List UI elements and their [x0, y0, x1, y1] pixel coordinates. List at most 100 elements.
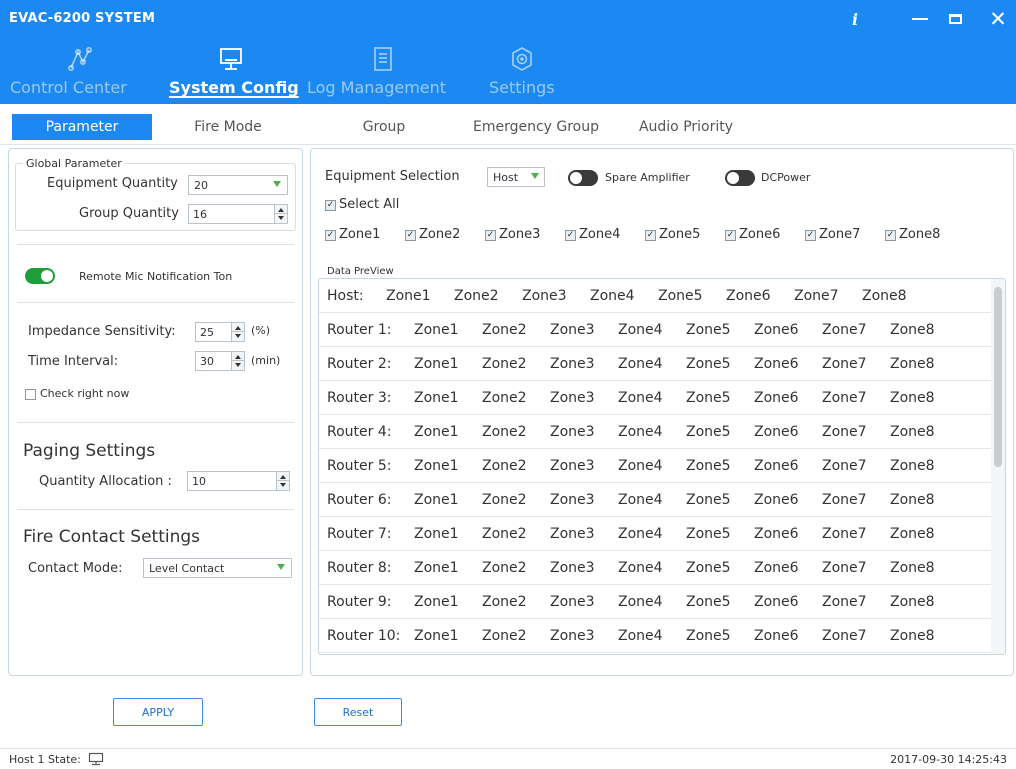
- preview-zone-cell: Zone1: [414, 526, 459, 542]
- preview-zone-cell: Zone6: [754, 390, 799, 406]
- preview-zone-cell: Zone6: [754, 526, 799, 542]
- preview-zone-cell: Zone3: [550, 458, 595, 474]
- spin-buttons[interactable]: [231, 352, 244, 370]
- preview-zone-cell: Zone7: [822, 390, 867, 406]
- maximize-button[interactable]: [940, 6, 970, 32]
- gear-icon: [512, 47, 532, 71]
- zone-checkbox[interactable]: ✓: [805, 230, 816, 241]
- preview-zone-cell: Zone4: [590, 288, 635, 304]
- preview-zone-cell: Zone7: [822, 322, 867, 338]
- preview-zone-cell: Zone4: [618, 424, 663, 440]
- tab-audio-priority[interactable]: Audio Priority: [626, 114, 746, 140]
- preview-zone-cell: Zone3: [522, 288, 567, 304]
- scrollbar-thumb[interactable]: [994, 287, 1002, 467]
- group-quantity-stepper[interactable]: 16: [188, 204, 288, 224]
- zone-checkbox[interactable]: ✓: [485, 230, 496, 241]
- equipment-quantity-value: 20: [194, 178, 208, 192]
- spin-down-icon: [280, 483, 286, 487]
- nav-log-management[interactable]: Log Management: [305, 46, 455, 102]
- preview-zone-cell: Zone4: [618, 458, 663, 474]
- spare-amplifier-toggle[interactable]: [568, 170, 598, 186]
- info-button[interactable]: i: [840, 6, 870, 32]
- scrollbar[interactable]: [991, 279, 1005, 654]
- preview-zone-cell: Zone1: [414, 424, 459, 440]
- preview-zone-cell: Zone6: [754, 628, 799, 644]
- check-now-checkbox[interactable]: [25, 389, 36, 400]
- spin-buttons[interactable]: [274, 205, 287, 223]
- left-panel: Global Parameter Equipment Quantity 20 G…: [8, 148, 303, 676]
- zone-label: Zone5: [659, 227, 701, 242]
- spin-up-icon: [278, 208, 284, 212]
- zone-checkbox[interactable]: ✓: [325, 230, 336, 241]
- minimize-icon: [912, 18, 928, 20]
- close-button[interactable]: ✕: [983, 6, 1013, 32]
- preview-row-label: Router 8:: [327, 560, 392, 576]
- reset-button[interactable]: Reset: [314, 698, 402, 726]
- tab-bar: Parameter Fire Mode Group Emergency Grou…: [0, 109, 1016, 145]
- quantity-allocation-stepper[interactable]: 10: [187, 471, 290, 491]
- tab-group[interactable]: Group: [344, 114, 424, 140]
- nav-control-center[interactable]: Control Center: [8, 46, 153, 102]
- preview-zone-cell: Zone5: [686, 322, 731, 338]
- impedance-stepper[interactable]: 25: [195, 322, 245, 342]
- preview-row: Router 7: Zone1 Zone2 Zone3 Zone4 Zone5 Zone6 Z…: [319, 517, 991, 551]
- zone-checkbox[interactable]: ✓: [565, 230, 576, 241]
- preview-zone-cell: Zone7: [822, 594, 867, 610]
- contact-mode-select[interactable]: Level Contact: [143, 558, 292, 578]
- preview-zone-cell: Zone2: [482, 594, 527, 610]
- zone-checkbox[interactable]: ✓: [405, 230, 416, 241]
- preview-zone-cell: Zone7: [822, 492, 867, 508]
- preview-zone-cell: Zone2: [482, 526, 527, 542]
- preview-zone-cell: Zone8: [890, 424, 935, 440]
- preview-zone-cell: Zone5: [686, 390, 731, 406]
- spin-buttons[interactable]: [276, 472, 289, 490]
- check-now-label: Check right now: [40, 387, 130, 400]
- dcpower-toggle[interactable]: [725, 170, 755, 186]
- nav-system-config[interactable]: System Config: [167, 46, 299, 102]
- apply-button[interactable]: APPLY: [113, 698, 203, 726]
- preview-zone-cell: Zone7: [822, 560, 867, 576]
- minimize-button[interactable]: [905, 6, 935, 32]
- preview-zone-cell: Zone7: [822, 628, 867, 644]
- preview-row: Router 9: Zone1 Zone2 Zone3 Zone4 Zone5 Zone6 Z…: [319, 585, 991, 619]
- preview-row: Router 6: Zone1 Zone2 Zone3 Zone4 Zone5 Zone6 Z…: [319, 483, 991, 517]
- zone-checkbox[interactable]: ✓: [885, 230, 896, 241]
- nav-label: Log Management: [307, 78, 447, 97]
- preview-zone-cell: Zone2: [482, 390, 527, 406]
- preview-zone-cell: Zone1: [414, 458, 459, 474]
- preview-row: Router 2: Zone1 Zone2 Zone3 Zone4 Zone5 Zone6 Z…: [319, 347, 991, 381]
- time-interval-label: Time Interval:: [28, 354, 119, 369]
- preview-zone-cell: Zone1: [386, 288, 431, 304]
- datetime: 2017-09-30 14:25:43: [890, 753, 1007, 766]
- equipment-quantity-select[interactable]: 20: [188, 175, 288, 195]
- select-all-checkbox[interactable]: ✓: [325, 200, 336, 211]
- zone-checkbox[interactable]: ✓: [725, 230, 736, 241]
- document-icon: [374, 47, 392, 71]
- group-quantity-value: 16: [193, 207, 207, 221]
- data-preview-list: Host: Zone1 Zone2 Zone3 Zone4 Zone5 Zone6 Zone7…: [318, 278, 1006, 655]
- network-icon: [67, 46, 92, 71]
- equipment-select[interactable]: Host: [487, 167, 545, 187]
- remote-mic-toggle[interactable]: [25, 268, 55, 284]
- preview-row: Router 10: Zone1 Zone2 Zone3 Zone4 Zone5 Zone6…: [319, 619, 991, 653]
- zone-checkbox[interactable]: ✓: [645, 230, 656, 241]
- preview-zone-cell: Zone5: [658, 288, 703, 304]
- spin-up-icon: [280, 475, 286, 479]
- tab-fire-mode[interactable]: Fire Mode: [178, 114, 278, 140]
- preview-zone-cell: Zone1: [414, 390, 459, 406]
- dropdown-arrow-icon: [531, 173, 539, 179]
- tab-parameter[interactable]: Parameter: [12, 114, 152, 140]
- spin-buttons[interactable]: [231, 323, 244, 341]
- preview-zone-cell: Zone8: [890, 322, 935, 338]
- preview-zone-cell: Zone4: [618, 526, 663, 542]
- preview-zone-cell: Zone1: [414, 356, 459, 372]
- preview-zone-cell: Zone6: [754, 322, 799, 338]
- nav-settings[interactable]: Settings: [489, 46, 569, 102]
- preview-zone-cell: Zone8: [890, 594, 935, 610]
- preview-zone-cell: Zone8: [890, 390, 935, 406]
- preview-zone-cell: Zone1: [414, 560, 459, 576]
- preview-zone-cell: Zone4: [618, 322, 663, 338]
- tab-emergency-group[interactable]: Emergency Group: [462, 114, 610, 140]
- time-interval-stepper[interactable]: 30: [195, 351, 245, 371]
- preview-zone-cell: Zone2: [482, 424, 527, 440]
